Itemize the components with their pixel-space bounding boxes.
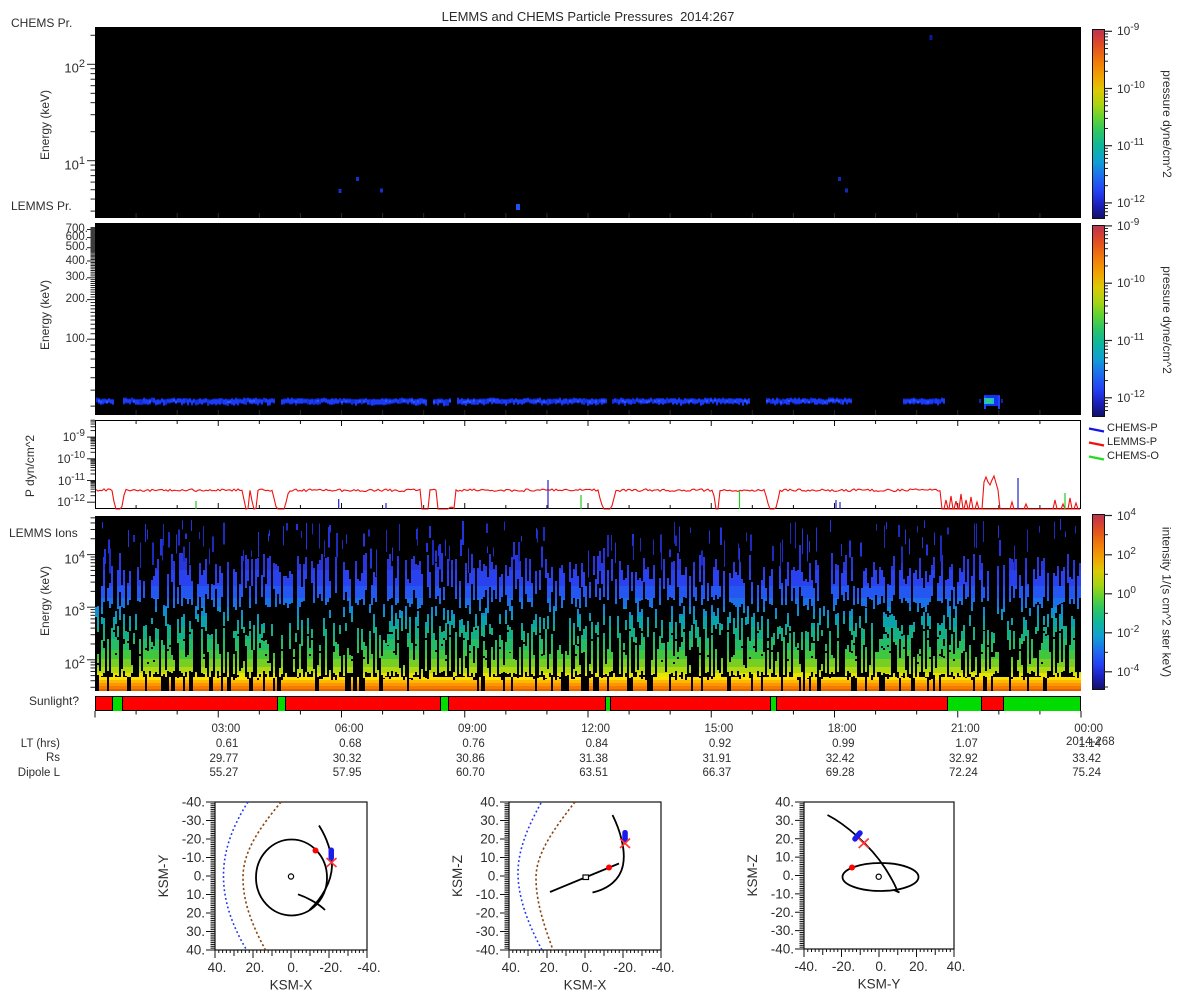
- svg-text:40.: 40.: [208, 960, 227, 975]
- svg-text:-30.: -30.: [771, 923, 794, 938]
- svg-text:-10.: -10.: [476, 887, 499, 902]
- svg-text:KSM-Y: KSM-Y: [858, 977, 901, 992]
- svg-text:40.: 40.: [775, 795, 794, 810]
- svg-text:40.: 40.: [186, 943, 205, 958]
- svg-text:-20.: -20.: [613, 960, 636, 975]
- svg-text:40.: 40.: [947, 959, 966, 974]
- svg-text:20.: 20.: [246, 960, 265, 975]
- svg-text:-20.: -20.: [476, 906, 499, 921]
- svg-text:30.: 30.: [186, 924, 205, 939]
- svg-text:KSM-Z: KSM-Z: [450, 855, 465, 897]
- svg-text:-40.: -40.: [476, 943, 499, 958]
- svg-text:KSM-Z: KSM-Z: [745, 855, 760, 897]
- svg-text:40.: 40.: [480, 795, 499, 810]
- svg-text:-40.: -40.: [651, 960, 674, 975]
- svg-text:KSM-Y: KSM-Y: [156, 855, 171, 898]
- svg-text:10.: 10.: [480, 850, 499, 865]
- svg-text:-40.: -40.: [182, 795, 205, 810]
- svg-text:0.: 0.: [194, 869, 205, 884]
- svg-text:0.: 0.: [783, 868, 794, 883]
- svg-text:KSM-X: KSM-X: [564, 978, 607, 993]
- svg-text:-10.: -10.: [182, 850, 205, 865]
- svg-text:-20.: -20.: [832, 959, 855, 974]
- svg-text:-40.: -40.: [357, 960, 380, 975]
- svg-text:0.: 0.: [581, 960, 592, 975]
- svg-text:30.: 30.: [775, 813, 794, 828]
- svg-text:-20.: -20.: [771, 905, 794, 920]
- svg-text:20.: 20.: [909, 959, 928, 974]
- svg-text:0.: 0.: [875, 959, 886, 974]
- svg-text:20.: 20.: [480, 832, 499, 847]
- svg-text:10.: 10.: [186, 887, 205, 902]
- svg-text:-20.: -20.: [319, 960, 342, 975]
- svg-text:-30.: -30.: [182, 813, 205, 828]
- svg-text:30.: 30.: [480, 813, 499, 828]
- svg-text:-40.: -40.: [771, 942, 794, 957]
- svg-text:40.: 40.: [502, 960, 521, 975]
- svg-text:20.: 20.: [775, 831, 794, 846]
- svg-text:0.: 0.: [287, 960, 298, 975]
- svg-text:0.: 0.: [488, 869, 499, 884]
- svg-text:KSM-X: KSM-X: [270, 978, 313, 993]
- svg-text:-20.: -20.: [182, 832, 205, 847]
- svg-text:-40.: -40.: [794, 959, 817, 974]
- svg-text:10.: 10.: [775, 850, 794, 865]
- svg-text:-30.: -30.: [476, 924, 499, 939]
- svg-text:20.: 20.: [540, 960, 559, 975]
- svg-text:20.: 20.: [186, 906, 205, 921]
- svg-text:-10.: -10.: [771, 886, 794, 901]
